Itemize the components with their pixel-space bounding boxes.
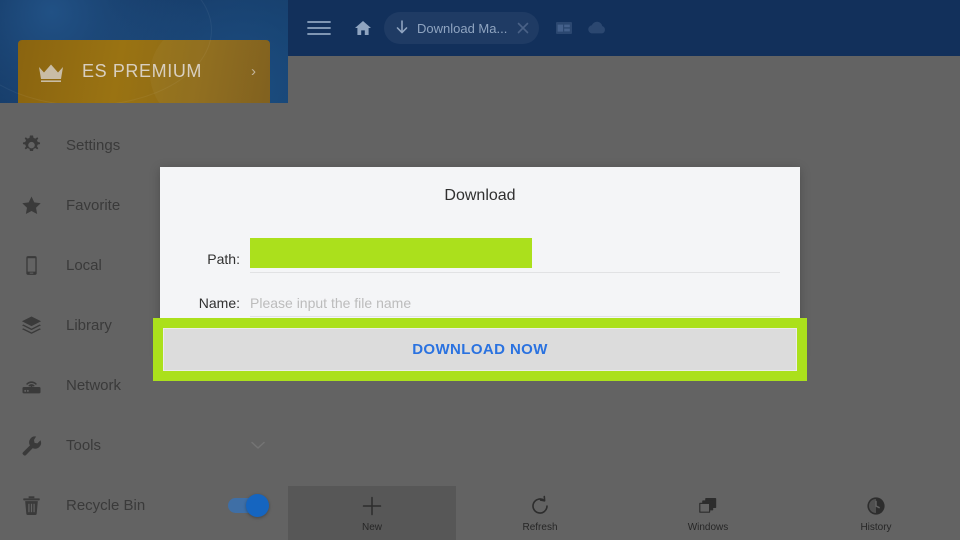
chevron-down-icon[interactable] (250, 437, 266, 453)
gear-icon (18, 132, 44, 158)
close-icon[interactable] (513, 18, 533, 38)
cloud-icon[interactable] (585, 17, 609, 39)
sidebar-header: ES PREMIUM › (0, 0, 288, 103)
sidebar-item-settings[interactable]: Settings (0, 115, 288, 175)
name-label: Name: (198, 295, 240, 311)
download-now-label: DOWNLOAD NOW (412, 341, 548, 358)
toggle-knob (246, 493, 269, 517)
path-label: Path: (207, 251, 240, 267)
tab-download-manager[interactable]: Download Ma... (384, 12, 540, 44)
path-field-row: Path: (160, 229, 800, 273)
bottom-item-refresh[interactable]: Refresh (456, 486, 624, 540)
crown-icon (36, 60, 66, 84)
phone-icon (18, 252, 44, 278)
app-screen: Download Ma... New Refresh Windows Histo… (0, 0, 960, 540)
path-highlight-overlay (250, 238, 532, 268)
hamburger-menu-icon[interactable] (302, 11, 336, 45)
download-now-button[interactable]: DOWNLOAD NOW (163, 328, 797, 371)
wrench-icon (18, 432, 44, 458)
download-now-highlight: DOWNLOAD NOW (153, 318, 807, 381)
sidebar-item-label: Tools (66, 436, 102, 454)
top-bar: Download Ma... (288, 0, 960, 56)
path-input[interactable] (250, 238, 780, 273)
router-wifi-icon (18, 372, 44, 398)
sidebar-item-label: Settings (66, 136, 121, 154)
bottom-item-label: Windows (687, 521, 729, 533)
es-premium-label: ES PREMIUM (82, 61, 203, 81)
bottom-item-label: New (361, 521, 382, 533)
name-input[interactable]: Please input the file name (250, 290, 780, 317)
windows-stack-icon (696, 494, 720, 518)
bottom-toolbar: New Refresh Windows History (288, 486, 960, 540)
es-premium-banner[interactable]: ES PREMIUM › (18, 40, 270, 103)
clock-icon (864, 494, 888, 518)
bottom-item-label: History (860, 521, 892, 533)
bottom-item-history[interactable]: History (792, 486, 960, 540)
download-dialog: Download Path: Name: Please input the fi… (153, 167, 807, 381)
chevron-right-icon: › (251, 63, 256, 80)
name-placeholder: Please input the file name (250, 295, 412, 311)
download-arrow-icon (394, 19, 410, 37)
trash-icon (18, 492, 44, 518)
star-icon (18, 192, 44, 218)
recycle-bin-toggle[interactable] (228, 493, 269, 517)
bottom-item-windows[interactable]: Windows (624, 486, 792, 540)
windows-icon[interactable] (553, 17, 575, 39)
dialog-title: Download (444, 187, 516, 204)
tab-label: Download Ma... (417, 20, 508, 36)
bottom-item-label: Refresh (522, 521, 558, 533)
bottom-item-new[interactable]: New (288, 486, 456, 540)
sidebar-item-label: Recycle Bin (66, 496, 146, 514)
layers-icon (18, 312, 44, 338)
refresh-icon (528, 494, 552, 518)
plus-icon (360, 494, 384, 518)
name-field-row: Name: Please input the file name (160, 273, 800, 317)
sidebar-item-recycle-bin[interactable]: Recycle Bin (0, 475, 288, 535)
home-icon[interactable] (350, 15, 376, 41)
sidebar-item-tools[interactable]: Tools (0, 415, 288, 475)
